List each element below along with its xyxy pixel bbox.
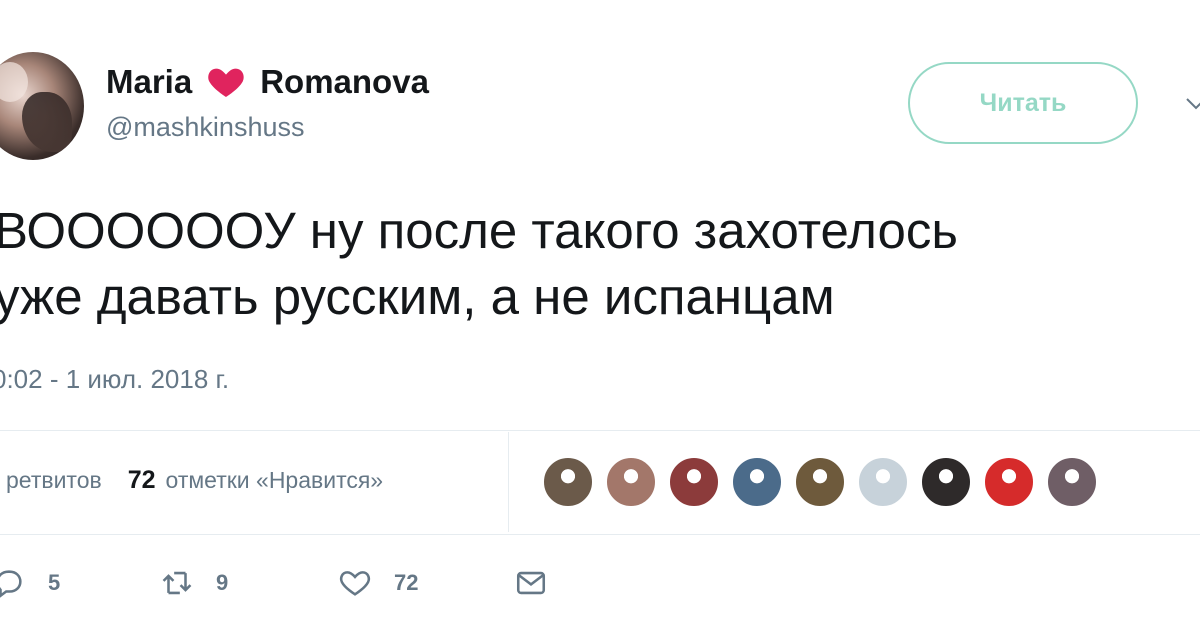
retweet-count: 9 xyxy=(216,570,229,595)
reply-icon xyxy=(0,570,22,598)
stats-separator xyxy=(508,432,509,532)
avatar-shade xyxy=(22,92,72,152)
display-name-first: Maria xyxy=(106,63,193,100)
liker-avatar[interactable] xyxy=(668,456,720,508)
liker-avatar[interactable] xyxy=(920,456,972,508)
liker-avatar[interactable] xyxy=(542,456,594,508)
display-name-last: Romanova xyxy=(260,63,429,100)
reply-count: 5 xyxy=(48,570,61,595)
likes-count[interactable]: 72 xyxy=(128,466,156,495)
user-handle[interactable]: @mashkinshuss xyxy=(106,112,304,143)
retweet-action[interactable]: 9 xyxy=(160,566,228,600)
tweet-timestamp[interactable]: 0:02 - 1 июл. 2018 г. xyxy=(0,364,229,395)
likes-label[interactable]: отметки «Нравится» xyxy=(166,467,384,494)
display-name[interactable]: Maria Romanova xyxy=(106,62,429,102)
follow-button[interactable]: Читать xyxy=(908,62,1138,144)
message-action[interactable] xyxy=(514,566,548,600)
retweets-label[interactable]: ретвитов xyxy=(6,467,102,494)
liker-avatar[interactable] xyxy=(983,456,1035,508)
stats-row: ретвитов 72 отметки «Нравится» xyxy=(6,466,383,495)
chevron-down-icon[interactable] xyxy=(1184,92,1200,116)
liker-avatar[interactable] xyxy=(857,456,909,508)
divider-top xyxy=(0,430,1200,431)
heart-icon xyxy=(208,68,244,97)
message-icon xyxy=(516,571,546,595)
liker-avatar[interactable] xyxy=(794,456,846,508)
reply-action[interactable]: 5 xyxy=(0,566,60,600)
like-action[interactable]: 72 xyxy=(338,566,418,600)
retweet-icon xyxy=(162,571,192,595)
avatar[interactable] xyxy=(0,52,84,160)
liker-avatar[interactable] xyxy=(1046,456,1098,508)
liker-avatar[interactable] xyxy=(731,456,783,508)
liker-avatar[interactable] xyxy=(605,456,657,508)
tweet-text: ВООООООУ ну после такого захотелось уже … xyxy=(0,202,958,325)
liker-avatars xyxy=(542,456,1098,508)
like-icon xyxy=(339,571,371,596)
avatar-highlight xyxy=(0,62,28,102)
divider-bottom xyxy=(0,534,1200,535)
like-count: 72 xyxy=(394,570,419,595)
